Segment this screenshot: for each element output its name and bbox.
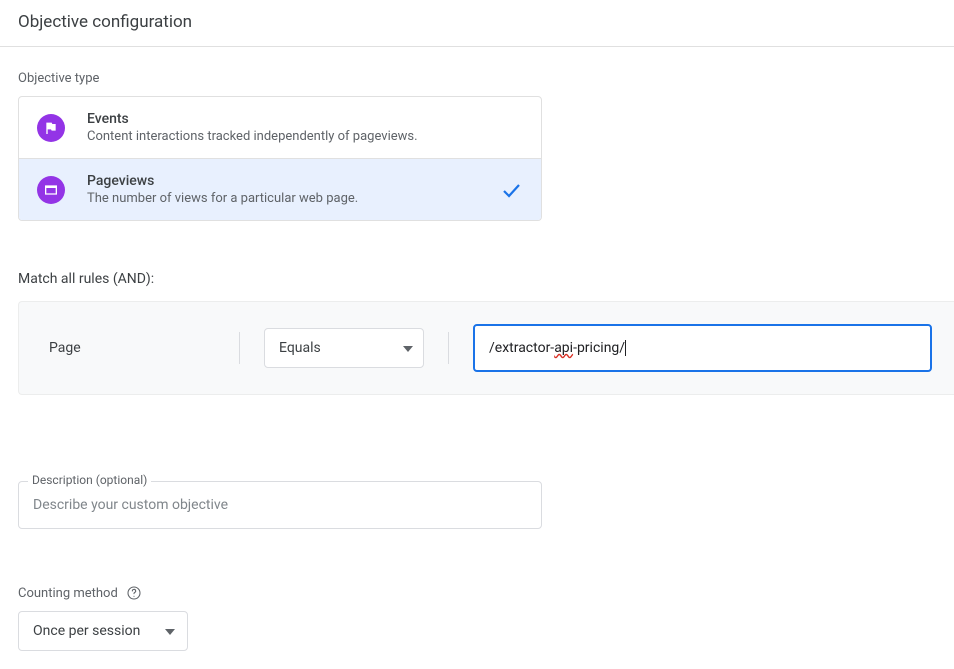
rule-field-label: Page <box>49 340 239 356</box>
rule-value-input[interactable]: /extractor-api-pricing/ <box>473 324 932 372</box>
counting-method-section: Counting method Once per session <box>18 585 936 651</box>
description-field[interactable]: Description (optional) Describe your cus… <box>18 481 542 529</box>
separator <box>239 332 240 364</box>
text-caret <box>625 340 626 356</box>
objective-type-label: Objective type <box>18 71 936 86</box>
rule-value-text-post: -pricing/ <box>573 340 625 356</box>
objective-type-pageviews-title: Pageviews <box>87 173 477 189</box>
counting-method-label-row: Counting method <box>18 585 936 601</box>
description-input[interactable]: Describe your custom objective <box>18 481 542 529</box>
help-icon[interactable] <box>126 585 142 601</box>
description-placeholder: Describe your custom objective <box>33 497 228 513</box>
objective-type-list: Events Content interactions tracked inde… <box>18 96 542 221</box>
rule-row: Page Equals /extractor-api-pricing/ <box>18 301 954 395</box>
page-header: Objective configuration <box>0 0 954 47</box>
chevron-down-icon <box>403 340 413 356</box>
counting-method-value: Once per session <box>33 623 140 639</box>
objective-type-events-text: Events Content interactions tracked inde… <box>87 111 523 144</box>
objective-type-pageviews-desc: The number of views for a particular web… <box>87 191 477 206</box>
separator <box>448 332 449 364</box>
objective-type-events[interactable]: Events Content interactions tracked inde… <box>19 97 541 158</box>
counting-method-select[interactable]: Once per session <box>18 611 188 651</box>
counting-method-label: Counting method <box>18 586 118 601</box>
rule-value-text-spell: api <box>554 340 573 356</box>
rule-operator-select[interactable]: Equals <box>264 328 424 368</box>
objective-type-pageviews-text: Pageviews The number of views for a part… <box>87 173 477 206</box>
page-title: Objective configuration <box>18 12 192 32</box>
rule-value-text-pre: /extractor- <box>489 340 554 356</box>
check-icon <box>499 178 523 202</box>
match-rules-label: Match all rules (AND): <box>18 271 936 287</box>
pageview-icon <box>37 176 65 204</box>
rule-operator-value: Equals <box>279 340 321 356</box>
chevron-down-icon <box>165 623 175 639</box>
objective-type-events-desc: Content interactions tracked independent… <box>87 129 523 144</box>
description-legend: Description (optional) <box>28 473 151 487</box>
objective-type-pageviews[interactable]: Pageviews The number of views for a part… <box>19 158 541 220</box>
content-area: Objective type Events Content interactio… <box>0 47 954 669</box>
flag-icon <box>37 114 65 142</box>
objective-type-events-title: Events <box>87 111 523 127</box>
